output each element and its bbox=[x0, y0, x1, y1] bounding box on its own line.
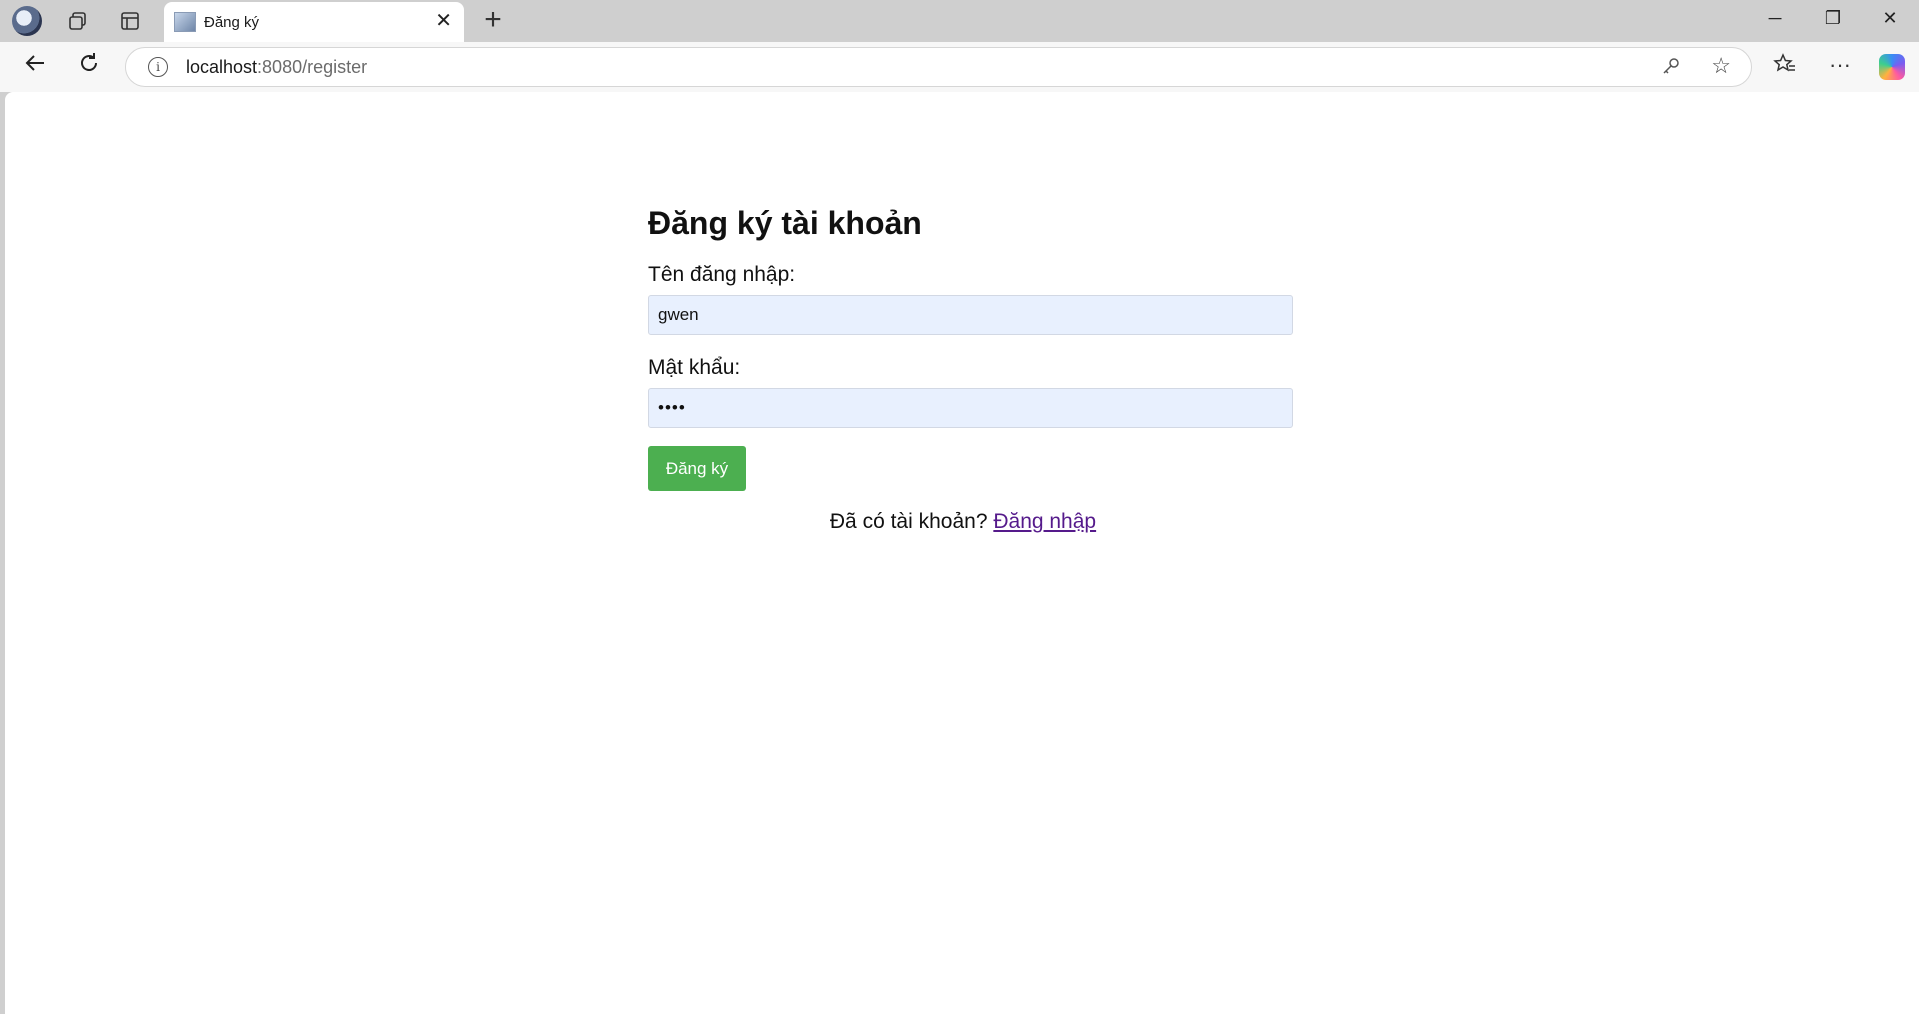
page-title: Đăng ký tài khoản bbox=[648, 205, 922, 241]
tab-title: Đăng ký bbox=[204, 14, 260, 31]
restore-button[interactable]: ❐ bbox=[1813, 8, 1853, 29]
title-bar: Đăng ký ✕ + ─ ❐ ✕ bbox=[0, 0, 1919, 42]
page-favicon-icon bbox=[174, 12, 196, 32]
password-label: Mật khẩu: bbox=[648, 356, 741, 379]
username-label: Tên đăng nhập: bbox=[648, 263, 796, 286]
more-icon[interactable]: ··· bbox=[1823, 52, 1857, 78]
login-prompt-text: Đã có tài khoản? bbox=[829, 510, 988, 533]
tab-close-icon[interactable]: ✕ bbox=[435, 10, 452, 32]
reload-icon[interactable] bbox=[72, 51, 106, 85]
tab-register[interactable]: Đăng ký ✕ bbox=[164, 2, 464, 42]
page-viewport: Đăng ký tài khoản Tên đăng nhập: gwen Mậ… bbox=[5, 92, 1919, 1014]
username-input[interactable]: gwen bbox=[648, 295, 1293, 335]
profile-avatar-icon[interactable] bbox=[9, 6, 45, 36]
favorite-star-icon[interactable]: ☆ bbox=[1711, 53, 1731, 79]
minimize-button[interactable]: ─ bbox=[1755, 8, 1795, 29]
register-button[interactable]: Đăng ký bbox=[648, 446, 746, 491]
back-arrow-icon[interactable] bbox=[18, 51, 52, 85]
register-form: Đăng ký tài khoản Tên đăng nhập: gwen Mậ… bbox=[648, 204, 1295, 534]
url-text[interactable]: localhost:8080/register bbox=[186, 57, 367, 78]
address-bar[interactable]: i localhost:8080/register ☆ bbox=[125, 47, 1752, 87]
password-key-icon[interactable] bbox=[1661, 56, 1681, 81]
workspaces-icon[interactable] bbox=[60, 6, 96, 36]
close-window-button[interactable]: ✕ bbox=[1870, 8, 1910, 29]
login-prompt: Đã có tài khoản? Đăng nhập bbox=[648, 510, 1278, 534]
copilot-icon[interactable] bbox=[1879, 54, 1905, 80]
tab-actions-icon[interactable] bbox=[112, 6, 148, 36]
site-info-icon[interactable]: i bbox=[148, 57, 168, 77]
login-link[interactable]: Đăng nhập bbox=[993, 510, 1096, 533]
favorites-icon[interactable] bbox=[1768, 52, 1802, 82]
browser-toolbar: i localhost:8080/register ☆ ··· bbox=[0, 42, 1919, 92]
password-input[interactable]: •••• bbox=[648, 388, 1293, 428]
new-tab-button[interactable]: + bbox=[478, 5, 508, 35]
